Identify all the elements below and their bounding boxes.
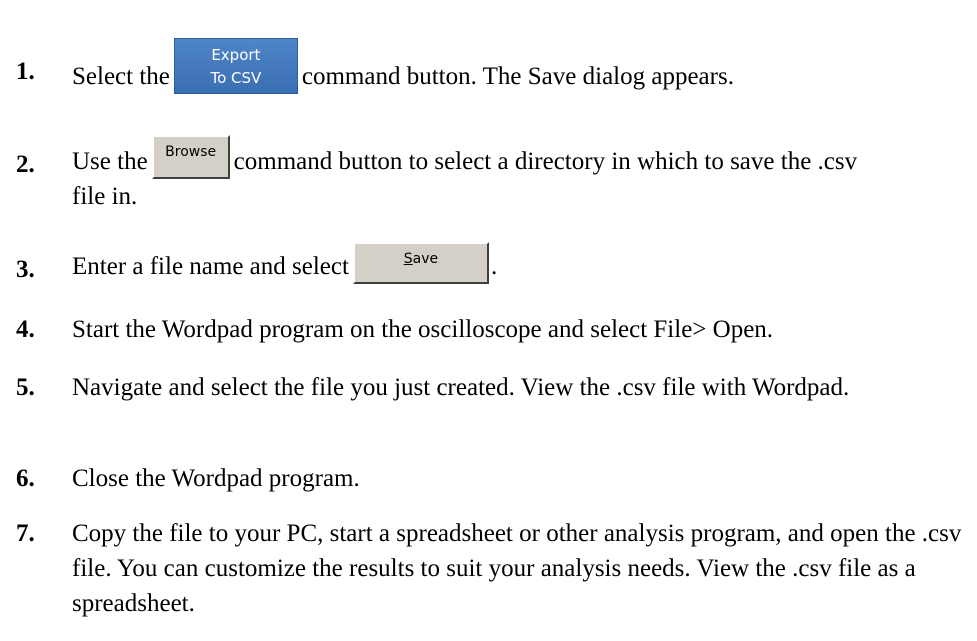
step-number: 6. [16,465,35,492]
step-text: Copy the file to your PC, start a spread… [72,520,962,617]
step-number: 4. [16,316,35,343]
step-text-before: Select the [72,63,170,90]
save-button[interactable]: Save [352,242,489,284]
save-label-rest: ave [412,251,439,267]
browse-button[interactable]: Browse [151,135,230,179]
step-text: Use the Browse command button to select a … [72,135,892,214]
step-number: 1. [16,58,35,85]
step-text: Navigate and select the file you just cr… [72,374,850,401]
step-text: Close the Wordpad program. [72,465,360,492]
step-text: Start the Wordpad program on the oscillo… [72,316,774,343]
step-text-after: . [490,253,498,280]
step-text-before: Enter a file name and select [72,253,349,280]
step-text-after: command button. The Save dialog appears. [301,63,734,90]
step-number: 2. [16,151,35,178]
step-text: Select the Export To CSV command button.… [72,38,972,94]
step-number: 3. [16,256,35,283]
button-label-line2: To CSV [210,69,262,87]
button-label-line1: Export [211,46,261,64]
step-number: 7. [16,520,35,547]
save-accelerator: S [403,251,413,267]
step-number: 5. [16,374,35,401]
step-text: Enter a file name and select Save. [72,242,972,284]
export-to-csv-button[interactable]: Export To CSV [173,38,298,94]
step-text-before: Use the [72,148,148,175]
